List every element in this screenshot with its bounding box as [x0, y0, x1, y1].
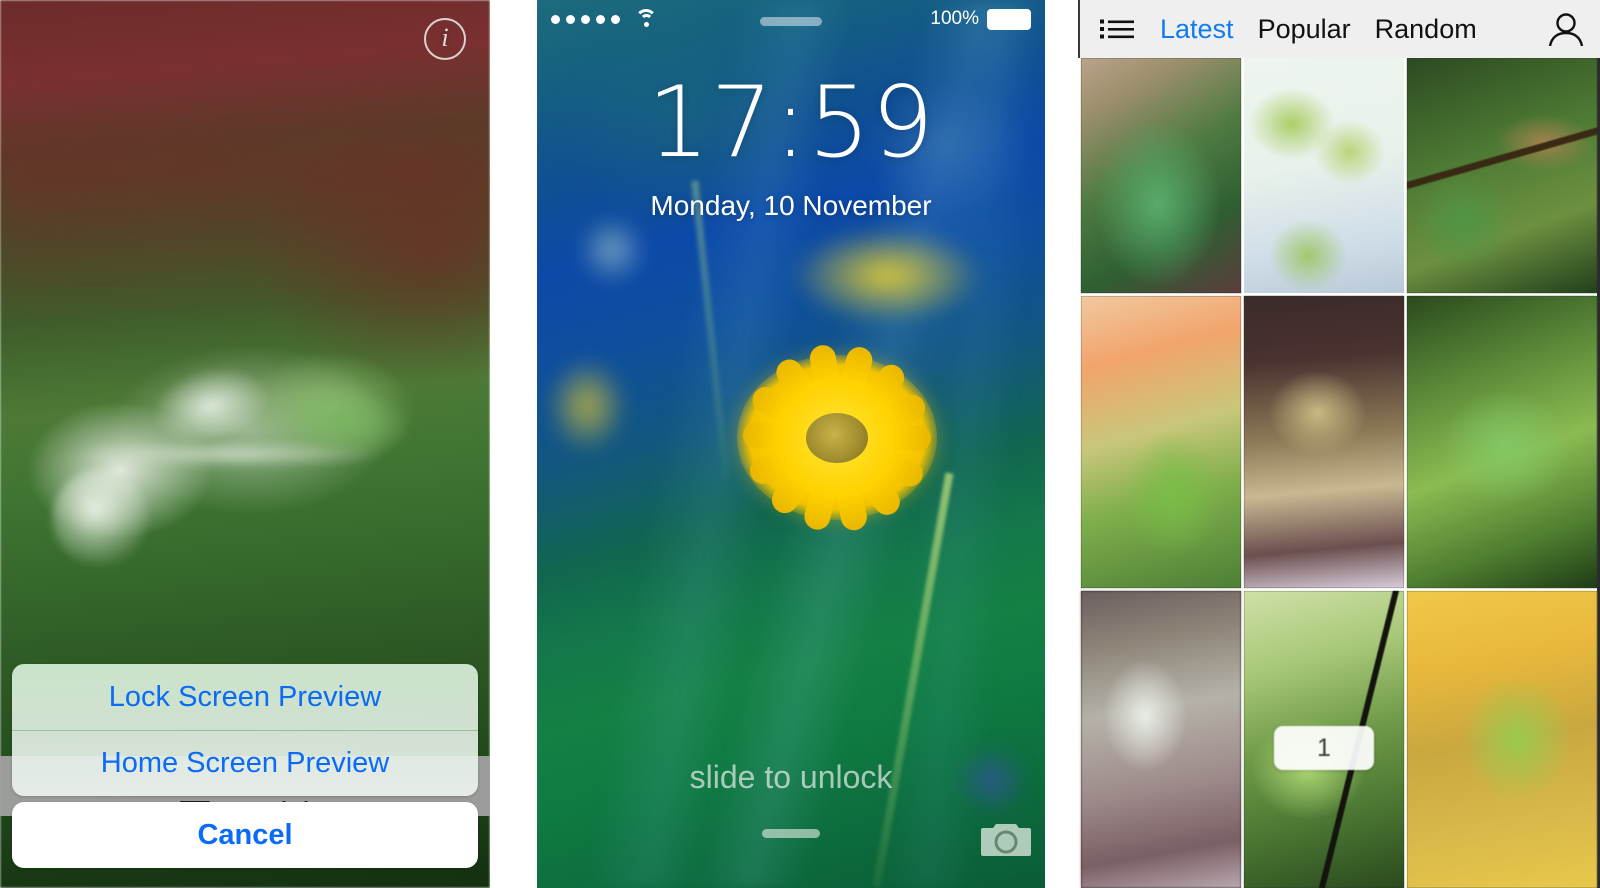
status-grabber[interactable] [760, 17, 822, 26]
tab-popular[interactable]: Popular [1258, 14, 1351, 45]
lockscreen-date: Monday, 10 November [650, 190, 932, 221]
battery-full-icon [987, 8, 1031, 30]
list-item[interactable] [1407, 591, 1597, 888]
yellow-flower [737, 342, 937, 533]
bokeh-flower-left [547, 358, 627, 453]
wallpaper-bud [52, 470, 148, 566]
signal-dots-icon [551, 14, 620, 24]
tab-latest[interactable]: Latest [1160, 14, 1234, 45]
thumbnail-grid: 1 [1078, 58, 1600, 888]
action-sheet-item-lock-screen-preview[interactable]: Lock Screen Preview [12, 664, 478, 730]
info-circle-icon[interactable]: i [424, 18, 466, 60]
list-item[interactable] [1081, 296, 1241, 588]
list-item[interactable] [1081, 591, 1241, 888]
wifi-icon [634, 9, 658, 28]
bokeh-spot-top [577, 215, 647, 285]
person-icon[interactable] [1546, 12, 1586, 47]
list-item[interactable] [1407, 58, 1597, 293]
slide-to-unlock-label[interactable]: slide to unlock [537, 759, 1045, 796]
bokeh-flower-top [792, 228, 982, 323]
status-bar: 100% [537, 0, 1045, 38]
cancel-button[interactable]: Cancel [12, 802, 478, 868]
list-item[interactable] [1244, 296, 1404, 588]
home-grabber[interactable] [762, 829, 820, 838]
tab-random[interactable]: Random [1375, 14, 1477, 45]
flower-center [806, 412, 868, 463]
list-menu-icon[interactable] [1100, 18, 1134, 40]
ios-lock-screen: 100% 17:59 Monday, 10 November slide to … [537, 0, 1045, 888]
wallpaper-blur-band [0, 150, 490, 320]
list-item[interactable] [1244, 58, 1404, 293]
tab-bar: Latest Popular Random [1160, 14, 1477, 45]
list-item[interactable] [1407, 296, 1597, 588]
lockscreen-clock: 17:59 [647, 66, 935, 180]
screenshot-stage: i Lock Screen Preview Home Screen Previe… [0, 0, 1600, 888]
list-item[interactable] [1081, 58, 1241, 293]
action-sheet-item-home-screen-preview[interactable]: Home Screen Preview [12, 730, 478, 796]
status-bar-right: 100% [930, 8, 1031, 30]
info-icon-glyph: i [441, 23, 449, 52]
list-item[interactable]: 1 [1244, 591, 1404, 888]
camera-icon[interactable] [979, 818, 1033, 858]
wallpaper-preview-screen: i Lock Screen Preview Home Screen Previe… [0, 0, 490, 888]
battery-percent-label: 100% [930, 8, 979, 29]
wallpaper-gallery-app: 1 Latest Popular Random [1078, 0, 1600, 888]
app-navbar: Latest Popular Random [1078, 0, 1600, 58]
status-badge: 1 [1274, 726, 1374, 770]
action-sheet: Lock Screen Preview Home Screen Preview [12, 664, 478, 796]
